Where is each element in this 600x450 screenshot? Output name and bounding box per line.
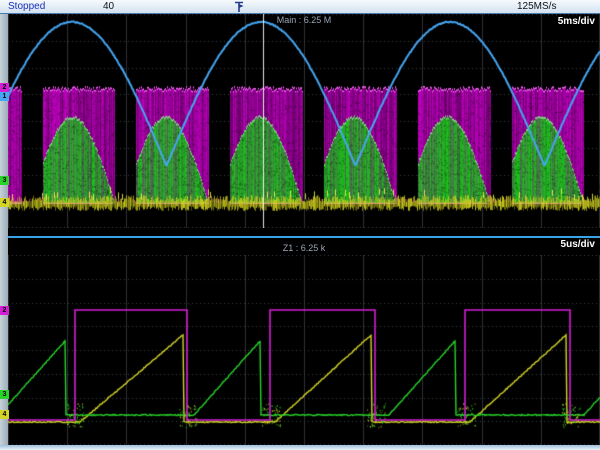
zoom-timebase-label[interactable]: 5us/div (561, 239, 595, 250)
status-bar: Stopped 40 125MS/s (0, 0, 600, 14)
channel-gutter (0, 14, 8, 445)
channel-marker-ch3[interactable]: 3 (0, 176, 9, 185)
acquisition-status[interactable]: Stopped (8, 1, 45, 13)
main-timebase-label[interactable]: 5ms/div (558, 16, 595, 27)
oscilloscope-screen: Stopped 40 125MS/s Main : 6.25 M 5ms/div… (0, 0, 600, 450)
trigger-position-icon[interactable] (233, 1, 245, 13)
channel-marker-ch3[interactable]: 3 (0, 390, 9, 399)
zoom-waveform-display[interactable] (8, 255, 600, 445)
channel-marker-ch1[interactable]: 1 (0, 92, 9, 101)
zoom-record-label: Z1 : 6.25 k (8, 243, 600, 253)
sample-rate: 125MS/s (517, 1, 556, 13)
main-waveform-display[interactable] (8, 14, 600, 228)
channel-marker-ch2[interactable]: 2 (0, 83, 9, 92)
acquisition-count: 40 (103, 1, 114, 13)
channel-marker-ch4[interactable]: 4 (0, 198, 9, 207)
channel-marker-ch2[interactable]: 2 (0, 306, 9, 315)
bottom-bar (0, 445, 600, 450)
main-record-label: Main : 6.25 M (8, 15, 600, 25)
reference-trace (8, 236, 600, 238)
channel-marker-ch4[interactable]: 4 (0, 410, 9, 419)
